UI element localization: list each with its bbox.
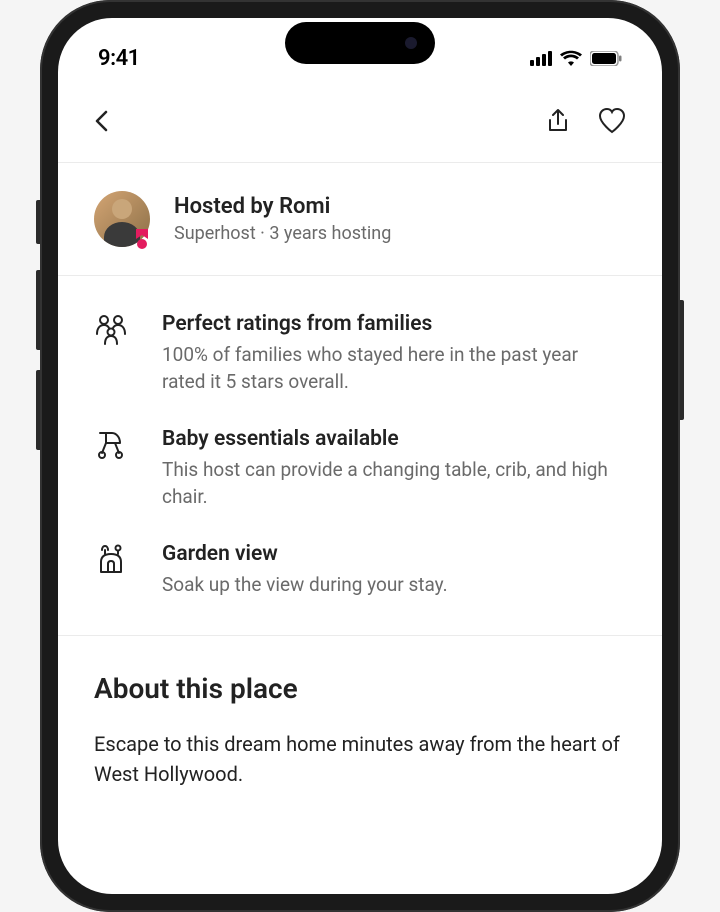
chevron-left-icon — [94, 110, 108, 132]
phone-device-frame: 9:41 — [40, 0, 680, 912]
highlight-desc: Soak up the view during your stay. — [162, 572, 626, 599]
status-icons — [528, 50, 622, 66]
stroller-icon — [94, 427, 128, 461]
host-info: Hosted by Romi Superhost · 3 years hosti… — [174, 194, 391, 244]
family-icon — [94, 312, 128, 346]
superhost-badge-icon — [130, 227, 154, 251]
highlight-baby-essentials: Baby essentials available This host can … — [94, 427, 626, 510]
wifi-icon — [560, 50, 582, 66]
navigation-bar — [58, 88, 662, 163]
about-heading: About this place — [94, 672, 626, 705]
back-button[interactable] — [94, 110, 108, 136]
heart-icon — [598, 108, 626, 134]
garden-icon — [94, 542, 128, 576]
highlight-families: Perfect ratings from families 100% of fa… — [94, 312, 626, 395]
share-button[interactable] — [546, 108, 570, 138]
host-avatar-container — [94, 191, 150, 247]
listing-highlights: Perfect ratings from families 100% of fa… — [58, 276, 662, 636]
host-section[interactable]: Hosted by Romi Superhost · 3 years hosti… — [58, 163, 662, 276]
share-icon — [546, 108, 570, 134]
save-button[interactable] — [598, 108, 626, 138]
highlight-desc: This host can provide a changing table, … — [162, 457, 626, 510]
about-body: Escape to this dream home minutes away f… — [94, 729, 626, 789]
status-time: 9:41 — [98, 46, 140, 71]
cellular-icon — [528, 51, 552, 66]
highlight-desc: 100% of families who stayed here in the … — [162, 342, 626, 395]
highlight-title: Garden view — [162, 542, 626, 566]
host-title: Hosted by Romi — [174, 194, 391, 219]
highlight-title: Perfect ratings from families — [162, 312, 626, 336]
battery-icon — [590, 51, 622, 66]
highlight-title: Baby essentials available — [162, 427, 626, 451]
phone-screen: 9:41 — [58, 18, 662, 894]
highlight-garden-view: Garden view Soak up the view during your… — [94, 542, 626, 599]
host-subtitle: Superhost · 3 years hosting — [174, 223, 391, 244]
dynamic-island — [285, 22, 435, 64]
about-section: About this place Escape to this dream ho… — [58, 636, 662, 825]
